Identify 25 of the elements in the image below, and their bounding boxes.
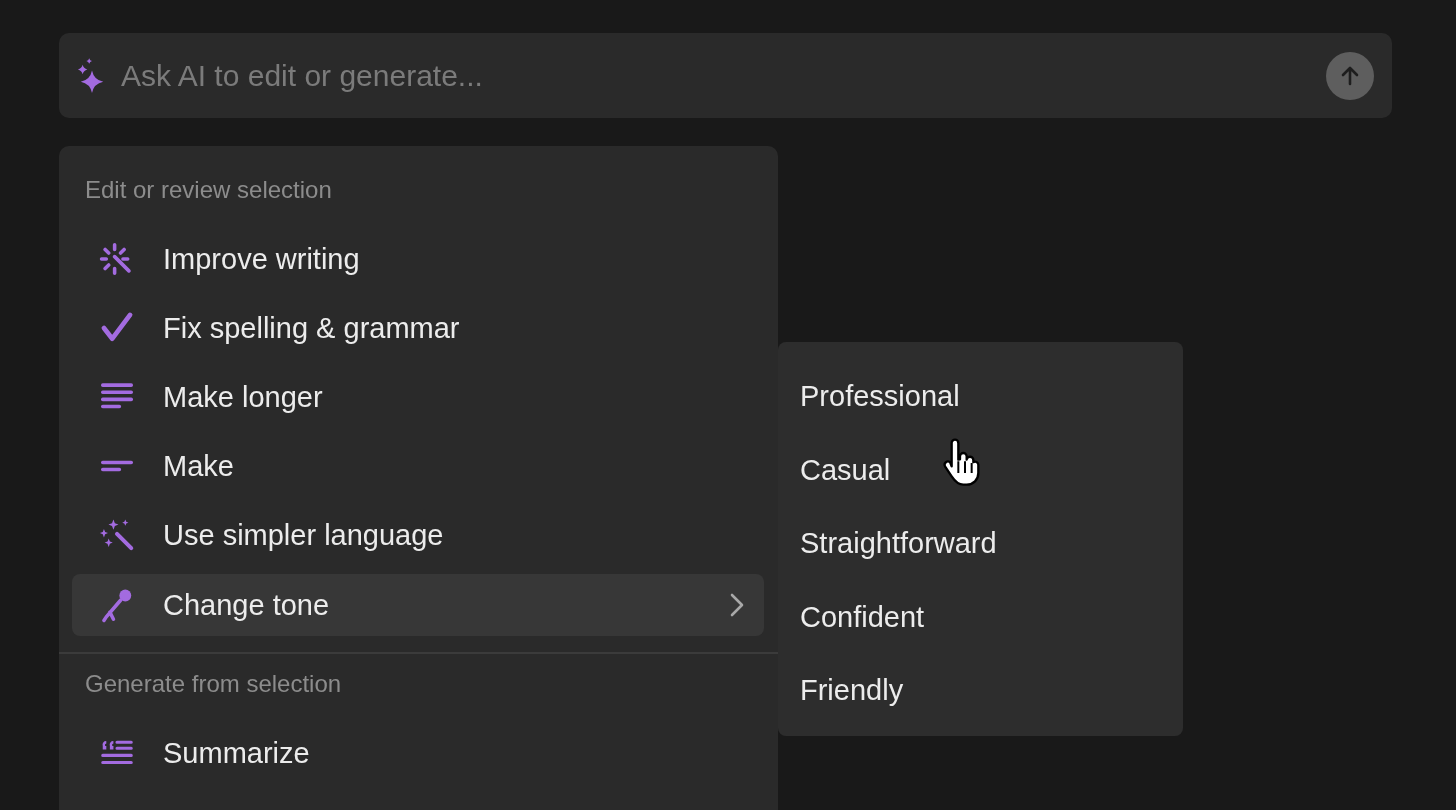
menu-item[interactable]: Use simpler language <box>72 502 764 568</box>
prompt-field[interactable]: Ask AI to edit or generate... <box>59 33 1392 118</box>
item-label: Make longer <box>163 380 324 414</box>
hand-cursor-icon <box>940 438 980 488</box>
section-heading: Generate from selection <box>84 669 343 699</box>
tone-option[interactable]: Professional <box>800 360 1161 434</box>
item-label: Make <box>163 449 235 483</box>
section-heading: Edit or review selection <box>84 175 333 205</box>
item-label: Summarize <box>163 736 311 770</box>
item-label: Change tone <box>163 588 331 622</box>
menu-item[interactable]: Change tone <box>72 574 764 636</box>
menu-item[interactable]: Summarize <box>72 720 764 786</box>
send-button[interactable] <box>1326 51 1374 100</box>
menu-item[interactable]: Make <box>72 433 764 499</box>
menu-item[interactable]: Make longer <box>72 364 764 430</box>
menu-item[interactable]: Fix spelling & grammar <box>72 295 764 361</box>
item-label: Fix spelling & grammar <box>163 311 461 345</box>
item-label: Use simpler language <box>163 518 445 552</box>
menu-item[interactable]: Improve writing <box>72 226 764 292</box>
prompt-input[interactable]: Ask AI to edit or generate... <box>121 58 1312 93</box>
tone-option[interactable]: Confident <box>800 580 1161 654</box>
item-label: Improve writing <box>163 242 361 276</box>
tone-option[interactable]: Straightforward <box>800 507 1161 581</box>
tone-option[interactable]: Casual <box>800 433 1161 507</box>
tone-option[interactable]: Friendly <box>800 654 1161 728</box>
